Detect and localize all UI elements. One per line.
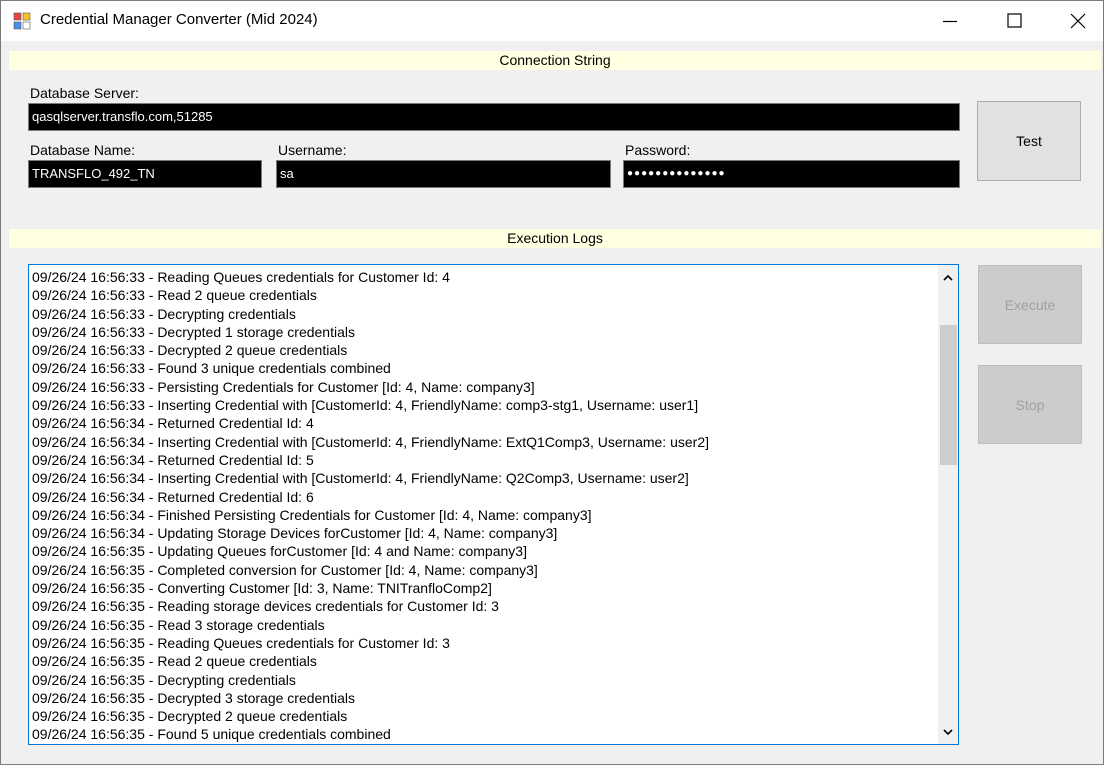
log-line: 09/26/24 16:56:35 - Decrypted 3 storage … [32, 689, 355, 706]
log-line: 09/26/24 16:56:33 - Decrypted 2 queue cr… [32, 342, 348, 359]
dbname-label: Database Name: [30, 142, 136, 158]
log-line: 09/26/24 16:56:33 - Decrypted 1 storage … [32, 323, 355, 340]
log-lines: 09/26/24 16:56:33 - Reading Queues crede… [32, 268, 932, 744]
chevron-down-icon[interactable] [942, 725, 954, 737]
log-line: 09/26/24 16:56:35 - Read 2 queue credent… [32, 653, 317, 670]
app-window: Credential Manager Converter (Mid 2024) … [0, 0, 1104, 765]
log-line: 09/26/24 16:56:35 - Decrypting credentia… [32, 671, 296, 688]
log-line: 09/26/24 16:56:35 - Reading storage devi… [32, 598, 499, 615]
close-icon [1070, 13, 1086, 29]
app-grid-icon [13, 12, 31, 30]
maximize-icon [1007, 13, 1022, 28]
stop-button[interactable]: Stop [978, 365, 1082, 444]
username-label: Username: [278, 142, 347, 158]
log-line: 09/26/24 16:56:33 - Reading Queues crede… [32, 269, 450, 285]
dbname-input[interactable]: TRANSFLO_492_TN [28, 160, 262, 188]
maximize-button[interactable] [991, 1, 1037, 41]
log-line: 09/26/24 16:56:35 - Reading Queues crede… [32, 634, 450, 651]
close-button[interactable] [1055, 1, 1101, 41]
server-label: Database Server: [30, 85, 139, 101]
username-input[interactable]: sa [276, 160, 611, 188]
server-input[interactable]: qasqlserver.transflo.com,51285 [28, 103, 960, 131]
log-line: 09/26/24 16:56:33 - Found 3 unique crede… [32, 360, 391, 377]
log-line: 09/26/24 16:56:33 - Persisting Credentia… [32, 378, 535, 395]
connection-section-header: Connection String [9, 51, 1101, 70]
password-input[interactable]: ●●●●●●●●●●●●●● [623, 160, 960, 188]
log-line: 09/26/24 16:56:35 - Decrypted 2 queue cr… [32, 708, 348, 725]
log-line: 09/26/24 16:56:34 - Finished Persisting … [32, 506, 592, 523]
log-line: 09/26/24 16:56:33 - Inserting Credential… [32, 397, 699, 414]
execution-log-list[interactable]: 09/26/24 16:56:33 - Reading Queues crede… [28, 264, 959, 745]
log-line: 09/26/24 16:56:34 - Updating Storage Dev… [32, 525, 558, 542]
log-line: 09/26/24 16:56:35 - Completed conversion… [32, 561, 538, 578]
log-line: 09/26/24 16:56:34 - Inserting Credential… [32, 470, 689, 487]
password-label: Password: [625, 142, 691, 158]
execute-button[interactable]: Execute [978, 265, 1082, 344]
minimize-icon [943, 20, 957, 23]
log-line: 09/26/24 16:56:34 - Returned Credential … [32, 451, 314, 468]
logs-section-header: Execution Logs [9, 229, 1101, 248]
scrollbar-thumb[interactable] [940, 325, 957, 465]
log-line: 09/26/24 16:56:35 - Found 5 unique crede… [32, 726, 391, 743]
chevron-up-icon[interactable] [942, 271, 954, 283]
log-scrollbar[interactable] [938, 265, 958, 744]
window-title: Credential Manager Converter (Mid 2024) [40, 11, 318, 28]
log-line: 09/26/24 16:56:34 - Inserting Credential… [32, 433, 709, 450]
minimize-button[interactable] [927, 1, 973, 41]
log-line: 09/26/24 16:56:35 - Converting Customer … [32, 580, 492, 597]
log-line: 09/26/24 16:56:35 - Updating Queues forC… [32, 543, 527, 560]
log-line: 09/26/24 16:56:34 - Returned Credential … [32, 415, 314, 432]
log-line: 09/26/24 16:56:33 - Decrypting credentia… [32, 305, 296, 322]
log-line: 09/26/24 16:56:33 - Read 2 queue credent… [32, 287, 317, 304]
log-line: 09/26/24 16:56:34 - Returned Credential … [32, 488, 314, 505]
test-button[interactable]: Test [977, 101, 1081, 181]
log-line: 09/26/24 16:56:35 - Read 3 storage crede… [32, 616, 325, 633]
title-bar[interactable]: Credential Manager Converter (Mid 2024) [1, 1, 1103, 41]
